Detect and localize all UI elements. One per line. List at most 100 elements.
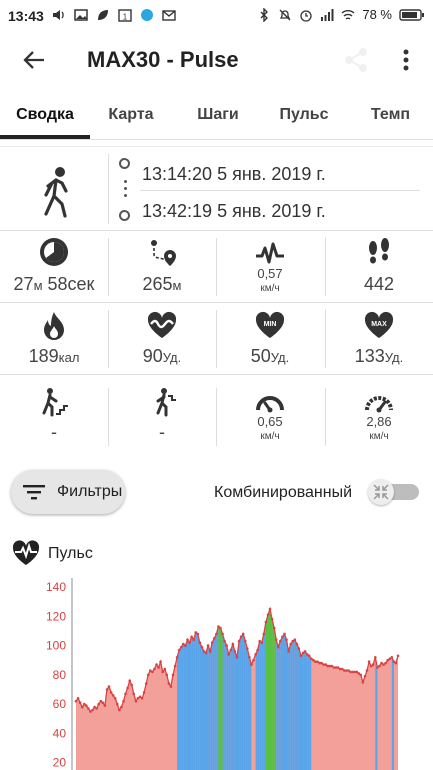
pulse-point: [169, 685, 173, 688]
pulse-point: [287, 650, 290, 653]
combined-toggle-knob[interactable]: [368, 479, 394, 505]
timer-icon: [40, 238, 68, 266]
stat-avg-speed-unit: км/ч: [260, 283, 280, 294]
stat-avg-speed-value: 0,57: [257, 266, 283, 281]
end-dot: [119, 210, 130, 221]
pulse-point: [303, 650, 307, 653]
pulse-point: [97, 702, 100, 706]
pulse-point: [219, 626, 222, 630]
pulse-point: [155, 663, 158, 666]
stat-max-pulse-value: 133Уд.: [325, 346, 433, 367]
stat-min-pulse: MIN 50Уд.: [216, 308, 324, 372]
filters-label: Фильтры: [57, 483, 123, 500]
pulse-point: [384, 661, 387, 665]
heart-min-icon: MIN: [255, 311, 285, 338]
session-dates: 13:14:20 5 янв. 2019 г. 13:42:19 5 янв. …: [0, 146, 433, 230]
stat-ascent-value: -: [51, 422, 57, 442]
pulse-point: [291, 639, 295, 643]
back-arrow-icon[interactable]: [18, 46, 50, 74]
stat-distance: 265м: [108, 236, 216, 300]
pulse-point: [208, 650, 212, 653]
stat-max-pulse-num: 133: [354, 346, 385, 366]
pulse-chart: 20 40 60 80 100 120 140: [46, 578, 400, 770]
pulse-point: [171, 673, 175, 677]
pulse-zone-segment: [239, 636, 242, 770]
pulse-point: [272, 626, 276, 630]
pulse-zone-segment: [247, 648, 250, 770]
stat-min-pulse-value: 50Уд.: [216, 346, 324, 367]
pulse-zone-segment: [301, 652, 304, 770]
pulse-point: [196, 632, 200, 636]
pulse-point: [186, 638, 189, 641]
y-tick-label: 60: [53, 697, 67, 711]
pulse-point: [105, 688, 109, 691]
stat-avg-pace-value: 0,65: [257, 414, 283, 429]
tab-divider: [0, 139, 433, 140]
pulse-point: [163, 667, 167, 671]
pulse-point: [268, 607, 272, 611]
pulse-point: [237, 639, 241, 643]
pulse-point: [244, 639, 247, 643]
pulse-zone-segment: [212, 638, 215, 770]
tab-pulse[interactable]: Пульс: [263, 90, 345, 140]
pulse-point: [128, 679, 131, 682]
pulse-point: [136, 697, 140, 700]
pulse-zone-segment: [375, 657, 378, 770]
stat-duration-min-unit: м: [33, 278, 43, 293]
pulse-zone-segment: [204, 651, 206, 770]
tab-summary[interactable]: Сводка: [0, 90, 90, 140]
pulse-zone-segment: [305, 651, 308, 770]
pulse-point: [221, 632, 224, 636]
stat-duration: 27м 58сек: [0, 236, 108, 300]
pulse-zone-segment: [234, 651, 237, 770]
tab-map[interactable]: Карта: [90, 90, 172, 140]
pulse-zone-segment: [298, 648, 301, 770]
date-divider: [108, 154, 109, 224]
y-tick-label: 100: [46, 639, 66, 653]
share-icon[interactable]: [342, 46, 370, 74]
pulse-zone-segment: [309, 655, 312, 770]
stat-avg-pulse-value: 90Уд.: [108, 346, 216, 367]
pulse-zone-segment: [216, 626, 219, 770]
page-title: MAX30 - Pulse: [87, 47, 239, 72]
pulse-point: [266, 613, 270, 617]
pulse-point: [124, 692, 127, 696]
tab-steps[interactable]: Шаги: [177, 90, 259, 140]
pulse-point: [194, 631, 197, 634]
stat-avg-pace-unit: км/ч: [260, 431, 280, 442]
climb-up-icon: [42, 388, 68, 417]
status-bar: 13:43 1 78 %: [0, 0, 433, 32]
pulse-zone-segment: [183, 644, 186, 770]
pulse-zone-segment: [232, 644, 235, 770]
pulse-point: [248, 656, 251, 659]
filters-button[interactable]: Фильтры: [11, 470, 125, 514]
pulse-zone-segment: [237, 641, 240, 770]
tab-pace[interactable]: Темп: [348, 90, 433, 140]
heart-max-icon: MAX: [364, 311, 394, 338]
pulse-point: [361, 680, 365, 684]
stat-steps: 442: [325, 236, 433, 300]
pulse-point: [213, 637, 216, 640]
image-icon: [74, 9, 88, 21]
stat-avg-pulse-unit: Уд.: [162, 350, 182, 365]
pulse-point: [254, 653, 257, 656]
pulse-point: [111, 694, 115, 697]
pulse-zone-segment: [230, 644, 233, 770]
pulse-point: [250, 663, 253, 666]
pulse-zone-segment: [201, 647, 204, 770]
pulse-zone-segment: [195, 632, 198, 770]
pulse-point: [223, 639, 226, 643]
pulse-point: [173, 664, 177, 668]
pulse-point: [388, 657, 392, 661]
filter-list-icon: [23, 485, 45, 500]
pulse-point: [396, 654, 400, 658]
more-vert-icon[interactable]: [394, 46, 418, 74]
pulse-zone-segment: [181, 644, 184, 770]
y-tick-label: 20: [53, 756, 67, 770]
stat-max-pace-unit: км/ч: [369, 431, 389, 442]
pulse-zone-segment: [292, 639, 295, 770]
pulse-point: [85, 704, 88, 707]
pulse-point: [159, 660, 162, 663]
pulse-point: [277, 645, 280, 649]
pulse-point: [144, 682, 148, 685]
